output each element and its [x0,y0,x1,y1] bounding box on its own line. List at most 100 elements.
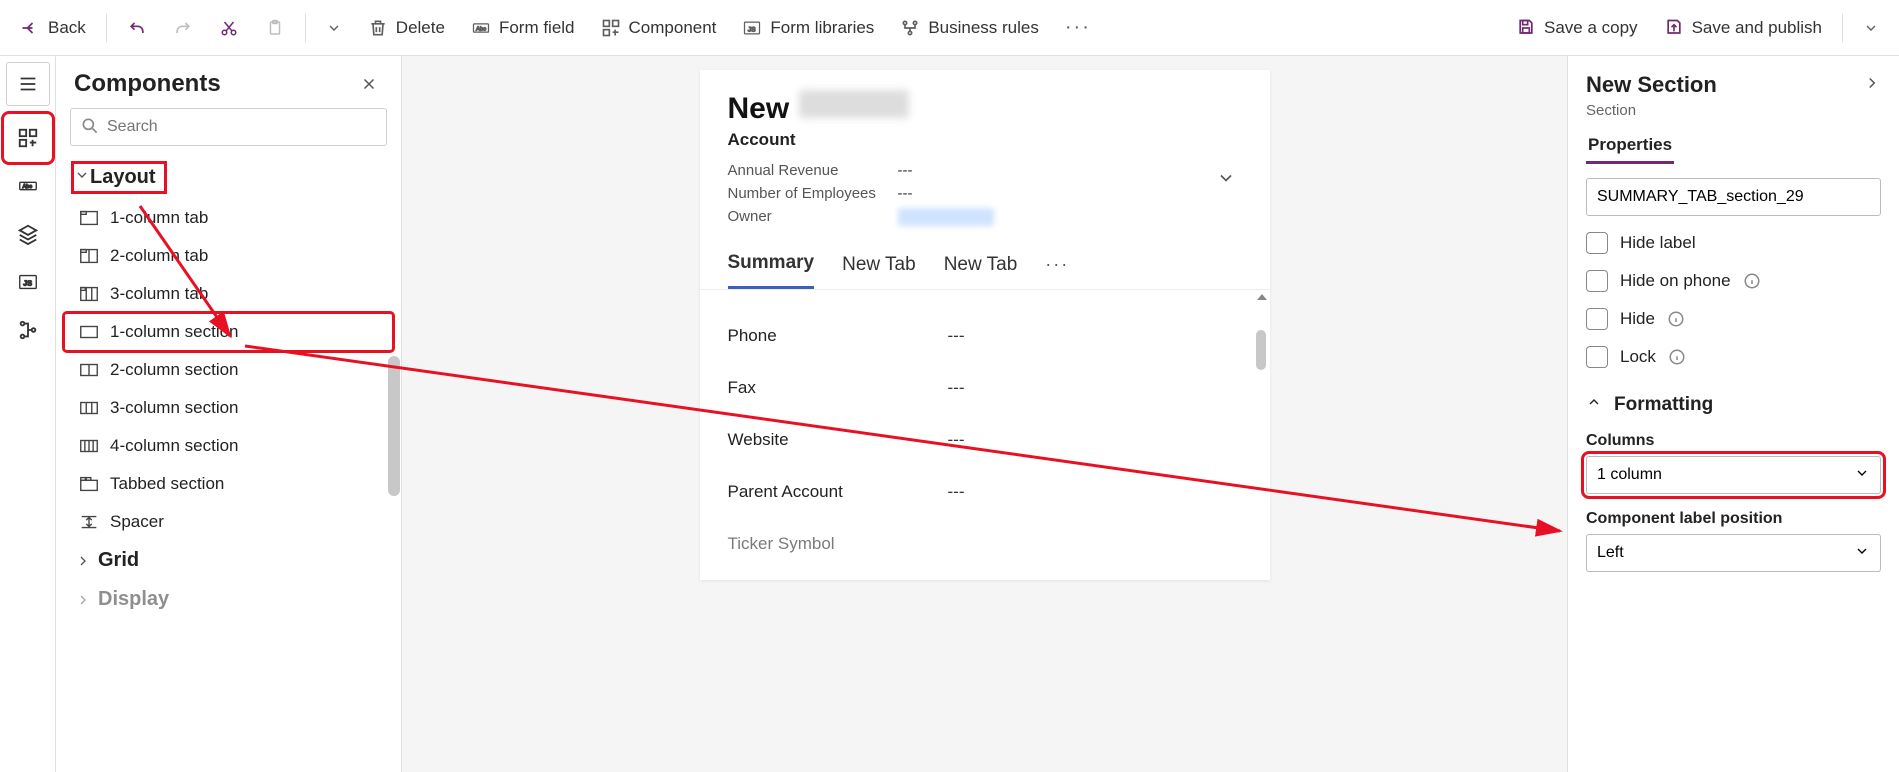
js-rail-button[interactable]: JS [6,260,50,304]
arrow-left-icon [20,18,40,38]
component-button[interactable]: Component [589,8,729,48]
columns-select[interactable]: 1 column [1586,456,1881,494]
chevron-down-icon [74,166,90,182]
section-name-input[interactable] [1586,178,1881,216]
save-copy-label: Save a copy [1544,18,1638,38]
delete-button[interactable]: Delete [356,8,457,48]
header-chevron[interactable] [1216,168,1236,193]
fields-rail-button[interactable]: Abc [6,164,50,208]
field-row[interactable]: Parent Account --- [728,466,1242,518]
spacer-icon [78,511,100,533]
record-name: New [728,92,790,126]
checkbox-icon [1586,232,1608,254]
layout-item-2col-section[interactable]: 2-column section [64,351,393,389]
form-card[interactable]: New Account Annual Revenue --- Number of… [700,70,1270,580]
expand-panel-button[interactable] [1863,74,1881,97]
section-4col-icon [78,435,100,457]
chevron-up-icon [1586,394,1602,416]
svg-text:JS: JS [23,279,32,288]
formatting-section-header[interactable]: Formatting [1586,394,1881,416]
save-copy-icon [1516,18,1536,38]
grid-group-header[interactable]: Grid [64,541,393,580]
hamburger-button[interactable] [6,62,50,106]
display-group-header[interactable]: Display [64,580,393,619]
layout-item-1col-section[interactable]: 1-column section [64,313,393,351]
layout-item-spacer[interactable]: Spacer [64,503,393,541]
tab-new-2[interactable]: New Tab [944,254,1018,288]
redo-icon [173,18,193,38]
separator [106,14,107,42]
tabs-overflow[interactable]: ··· [1045,254,1069,287]
paste-icon [265,18,285,38]
display-group-label: Display [98,588,169,611]
layers-rail-button[interactable] [6,212,50,256]
section-3col-icon [78,397,100,419]
cut-button[interactable] [207,8,251,48]
layout-item-tabbed-section[interactable]: Tabbed section [64,465,393,503]
components-rail-button[interactable] [6,116,50,160]
entity-label: Account [728,130,1242,150]
layout-item-2col-tab[interactable]: 2-column tab [64,237,393,275]
back-label: Back [48,18,86,38]
back-button[interactable]: Back [8,8,98,48]
props-subtitle: Section [1568,102,1899,129]
form-body[interactable]: Phone --- Fax --- Website --- Parent Acc… [700,290,1270,580]
search-input[interactable] [70,108,387,146]
form-canvas[interactable]: New Account Annual Revenue --- Number of… [402,56,1567,772]
toolbar-chevron[interactable] [314,8,354,48]
hide-on-phone-checkbox[interactable]: Hide on phone [1586,270,1881,292]
meta-value: --- [898,162,913,179]
form-field-label: Form field [499,18,575,38]
save-publish-button[interactable]: Save and publish [1652,8,1834,48]
undo-button[interactable] [115,8,159,48]
svg-text:Abc: Abc [22,184,32,190]
tree-rail-button[interactable] [6,308,50,352]
layout-group-header[interactable]: Layout [64,156,393,199]
paste-button[interactable] [253,8,297,48]
label-position-select[interactable]: Left [1586,534,1881,572]
field-value: --- [948,430,965,450]
panel-scrollbar[interactable] [387,226,401,536]
business-rules-button[interactable]: Business rules [888,8,1051,48]
js-icon: JS [742,18,762,38]
meta-value: --- [898,185,913,202]
field-row[interactable]: Website --- [728,414,1242,466]
form-body-scrollbar[interactable] [1256,290,1268,580]
label-position-label: Component label position [1586,510,1881,528]
save-split-chevron[interactable] [1851,8,1891,48]
form-field-button[interactable]: Abc Form field [459,8,587,48]
hide-label-checkbox[interactable]: Hide label [1586,232,1881,254]
hide-checkbox[interactable]: Hide [1586,308,1881,330]
chevron-down-icon [1854,543,1870,564]
meta-label: Annual Revenue [728,162,898,179]
delete-label: Delete [396,18,445,38]
tab-1col-icon [78,207,100,229]
redo-button[interactable] [161,8,205,48]
form-libraries-label: Form libraries [770,18,874,38]
tab-summary[interactable]: Summary [728,252,815,289]
tabbed-section-icon [78,473,100,495]
close-panel-button[interactable] [355,70,383,98]
component-label: Component [629,18,717,38]
layout-item-4col-section[interactable]: 4-column section [64,427,393,465]
info-icon [1667,310,1685,328]
save-copy-button[interactable]: Save a copy [1504,8,1650,48]
layout-item-1col-tab[interactable]: 1-column tab [64,199,393,237]
layout-item-3col-tab[interactable]: 3-column tab [64,275,393,313]
field-row[interactable]: Ticker Symbol [728,518,1242,570]
checkbox-icon [1586,270,1608,292]
field-label: Parent Account [728,482,948,502]
field-row[interactable]: Fax --- [728,362,1242,414]
field-row[interactable]: Phone --- [728,310,1242,362]
separator [1842,14,1843,42]
components-tree[interactable]: Layout 1-column tab 2-column tab 3-colum… [56,156,401,772]
business-rules-label: Business rules [928,18,1039,38]
save-publish-icon [1664,18,1684,38]
meta-label: Number of Employees [728,185,898,202]
tab-new-1[interactable]: New Tab [842,254,916,288]
layout-item-3col-section[interactable]: 3-column section [64,389,393,427]
properties-tab[interactable]: Properties [1586,129,1674,164]
lock-checkbox[interactable]: Lock [1586,346,1881,368]
toolbar-overflow[interactable]: ··· [1053,8,1103,48]
form-libraries-button[interactable]: JS Form libraries [730,8,886,48]
